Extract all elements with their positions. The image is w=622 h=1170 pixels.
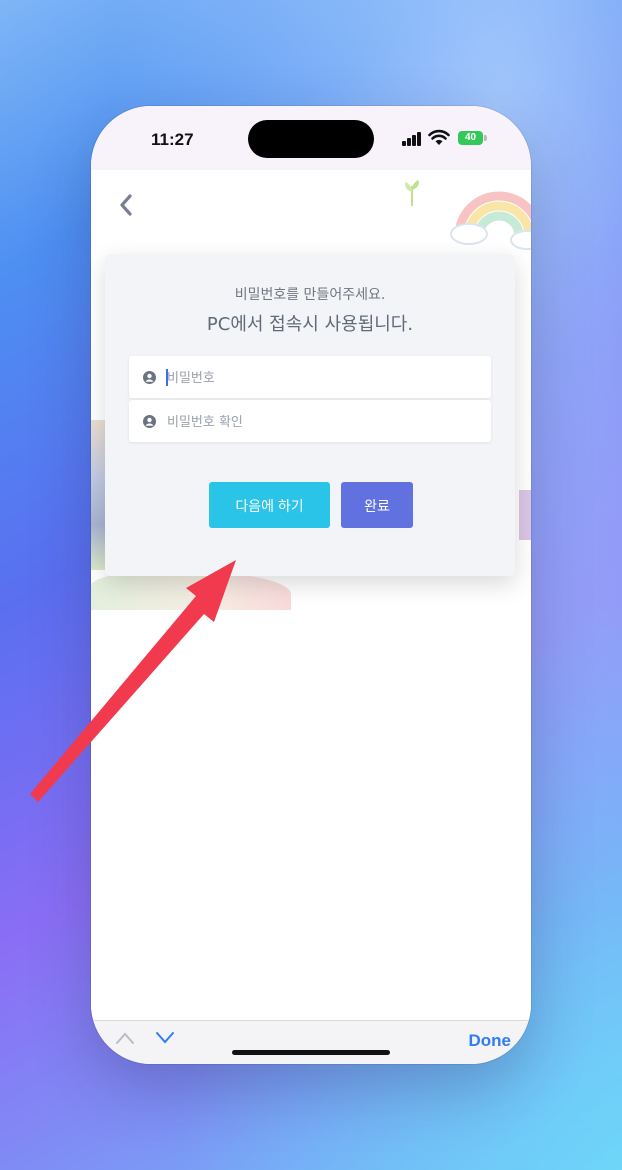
dynamic-island [248, 120, 374, 158]
password-field [129, 356, 491, 398]
chevron-down-icon[interactable] [155, 1031, 175, 1045]
status-bar: 11:27 40 [91, 106, 531, 170]
home-indicator [232, 1050, 390, 1055]
password-input[interactable] [165, 362, 479, 394]
password-dialog: 비밀번호를 만들어주세요. PC에서 접속시 사용됩니다. 다음에 하기 완료 [105, 254, 515, 576]
dialog-title: PC에서 접속시 사용됩니다. [206, 314, 414, 335]
password-confirm-field [129, 400, 491, 442]
status-time: 11:27 [151, 130, 194, 149]
wifi-icon [428, 129, 450, 145]
cellular-signal-icon [402, 132, 424, 146]
user-icon [143, 371, 156, 384]
keyboard-done-button[interactable]: Done [469, 1031, 512, 1051]
battery-tip [484, 135, 487, 141]
user-icon [143, 415, 156, 428]
later-button[interactable]: 다음에 하기 [209, 482, 330, 528]
password-confirm-input[interactable] [165, 406, 479, 438]
text-cursor [166, 369, 168, 386]
battery-icon: 40 [458, 131, 483, 145]
phone-frame: 11:27 40 비밀번호를 만들어주세요. PC에서 접속시 사용됩니다. 다… [91, 106, 531, 1064]
keyboard-toolbar: Done [91, 1020, 531, 1064]
done-button[interactable]: 완료 [341, 482, 413, 528]
web-content: 비밀번호를 만들어주세요. PC에서 접속시 사용됩니다. 다음에 하기 완료 [91, 170, 531, 1020]
chevron-up-icon[interactable] [115, 1031, 135, 1045]
dialog-subtitle: 비밀번호를 만들어주세요. [234, 287, 386, 303]
